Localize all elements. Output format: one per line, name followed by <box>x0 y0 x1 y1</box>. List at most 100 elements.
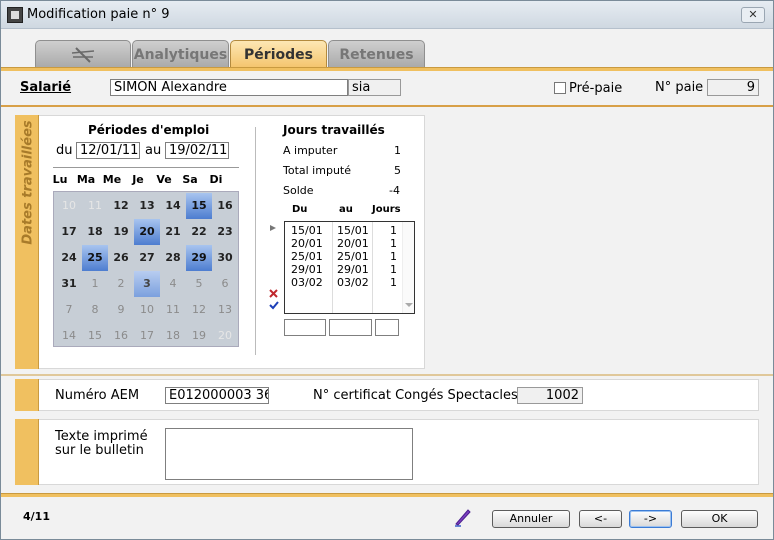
close-button[interactable]: ✕ <box>741 7 765 23</box>
calendar-day[interactable]: 23 <box>212 219 238 245</box>
a-imputer-label: A imputer <box>283 144 338 157</box>
calendar-day[interactable]: 28 <box>160 245 186 271</box>
calendar-day[interactable]: 30 <box>212 245 238 271</box>
previous-button[interactable]: <- <box>579 510 622 528</box>
record-counter: 4/11 <box>23 510 50 523</box>
solde-label: Solde <box>283 184 314 197</box>
tab-analytiques[interactable]: Analytiques <box>132 40 229 68</box>
calendar-day[interactable]: 5 <box>186 271 212 297</box>
calendar-day[interactable]: 17 <box>134 323 160 349</box>
header-separator <box>1 105 773 107</box>
title-bar: Modification paie n° 9 ✕ <box>1 1 773 29</box>
texte-textarea[interactable] <box>165 428 413 480</box>
calendar-day[interactable]: 7 <box>56 297 82 323</box>
jours-title: Jours travaillés <box>283 123 385 137</box>
calendar-day[interactable]: 22 <box>186 219 212 245</box>
calendar-day[interactable]: 21 <box>160 219 186 245</box>
calendar-day-selected[interactable]: 29 <box>186 245 212 271</box>
calendar-day[interactable]: 16 <box>108 323 134 349</box>
calendar-day[interactable]: 26 <box>108 245 134 271</box>
calendar-day[interactable]: 16 <box>212 193 238 219</box>
calendar-day[interactable]: 19 <box>186 323 212 349</box>
cancel-button[interactable]: Annuler <box>492 510 570 528</box>
prepaie-checkbox[interactable] <box>554 82 566 94</box>
calendar-day[interactable]: 27 <box>134 245 160 271</box>
au-label: au <box>145 143 162 158</box>
calendar-day-selected[interactable]: 20 <box>134 219 160 245</box>
tab-general[interactable] <box>35 40 131 68</box>
a-imputer-value: 1 <box>394 144 401 157</box>
day-header-di: Di <box>209 173 223 186</box>
calendar-day[interactable]: 6 <box>212 271 238 297</box>
calendar-day[interactable]: 11 <box>160 297 186 323</box>
window-title: Modification paie n° 9 <box>27 7 170 22</box>
au-field[interactable]: 19/02/11 <box>165 142 229 159</box>
list-item[interactable]: 29/01 29/01 1 <box>285 263 405 276</box>
calendar-day-selected[interactable]: 25 <box>82 245 108 271</box>
du-field[interactable]: 12/01/11 <box>76 142 140 159</box>
total-imputed-value: 5 <box>394 164 401 177</box>
day-header-ma: Ma <box>76 173 96 186</box>
day-header-ve: Ve <box>156 173 172 186</box>
scroll-down-icon[interactable] <box>405 302 413 308</box>
calendar-day[interactable]: 4 <box>160 271 186 297</box>
ok-button[interactable]: OK <box>681 510 758 528</box>
calendar-day[interactable]: 15 <box>82 323 108 349</box>
cert-field[interactable]: 1002 <box>517 387 583 404</box>
tab-periodes[interactable]: Périodes <box>230 40 327 68</box>
calendar-day[interactable]: 14 <box>160 193 186 219</box>
periods-list[interactable]: 15/01 15/01 1 20/01 20/01 1 25/01 25/01 … <box>284 221 415 314</box>
calendar-day[interactable]: 13 <box>134 193 160 219</box>
list-item-jours: 1 <box>390 250 397 263</box>
list-item-du: 25/01 <box>291 250 323 263</box>
salarie-name-field[interactable]: SIMON Alexandre <box>110 79 348 96</box>
calendar-day[interactable]: 8 <box>82 297 108 323</box>
tab-retenues[interactable]: Retenues <box>328 40 425 68</box>
delete-icon[interactable] <box>269 289 278 298</box>
calendar-day[interactable]: 17 <box>56 219 82 245</box>
day-header-me: Me <box>102 173 122 186</box>
list-item[interactable]: 20/01 20/01 1 <box>285 237 405 250</box>
calendar-day[interactable]: 20 <box>212 323 238 349</box>
list-item[interactable]: 03/02 03/02 1 <box>285 276 405 289</box>
calendar-day-selected[interactable]: 15 <box>186 193 212 219</box>
calendar-day[interactable]: 11 <box>82 193 108 219</box>
calendar-day[interactable]: 10 <box>134 297 160 323</box>
day-header-je: Je <box>132 173 144 186</box>
list-item[interactable]: 25/01 25/01 1 <box>285 250 405 263</box>
aem-field[interactable]: E012000003 36 <box>165 387 269 404</box>
tab-underline <box>1 67 773 71</box>
calendar-day[interactable]: 19 <box>108 219 134 245</box>
calendar-day[interactable]: 12 <box>186 297 212 323</box>
salarie-code-field[interactable]: sia <box>348 79 401 96</box>
arrow-right-icon[interactable] <box>269 224 277 232</box>
new-du-input[interactable] <box>284 319 326 336</box>
list-item-du: 15/01 <box>291 224 323 237</box>
calendar-day[interactable]: 31 <box>56 271 82 297</box>
list-item-jours: 1 <box>390 263 397 276</box>
calendar-day[interactable]: 13 <box>212 297 238 323</box>
section-separator <box>1 374 773 376</box>
calendar-day[interactable]: 1 <box>82 271 108 297</box>
calendar-day[interactable]: 14 <box>56 323 82 349</box>
calendar-day[interactable]: 12 <box>108 193 134 219</box>
pencil-icon[interactable] <box>453 507 473 527</box>
texte-label-line2: sur le bulletin <box>55 443 144 458</box>
texte-label-line1: Texte imprimé <box>55 429 148 444</box>
list-item[interactable]: 15/01 15/01 1 <box>285 224 405 237</box>
calendar-day[interactable]: 9 <box>108 297 134 323</box>
calendar-day[interactable]: 2 <box>108 271 134 297</box>
calendar-day[interactable]: 18 <box>160 323 186 349</box>
list-item-du: 03/02 <box>291 276 323 289</box>
calendar-day-selected[interactable]: 3 <box>134 271 160 297</box>
next-button[interactable]: -> <box>629 510 672 528</box>
new-au-input[interactable] <box>329 319 372 336</box>
calendar-day[interactable]: 18 <box>82 219 108 245</box>
validate-check-icon[interactable] <box>269 301 279 310</box>
npaie-field: 9 <box>707 79 759 96</box>
calendar-day[interactable]: 24 <box>56 245 82 271</box>
list-scrollbar[interactable] <box>402 222 414 313</box>
calendar-day[interactable]: 10 <box>56 193 82 219</box>
salarie-label[interactable]: Salarié <box>20 80 71 95</box>
new-jours-input[interactable] <box>375 319 399 336</box>
